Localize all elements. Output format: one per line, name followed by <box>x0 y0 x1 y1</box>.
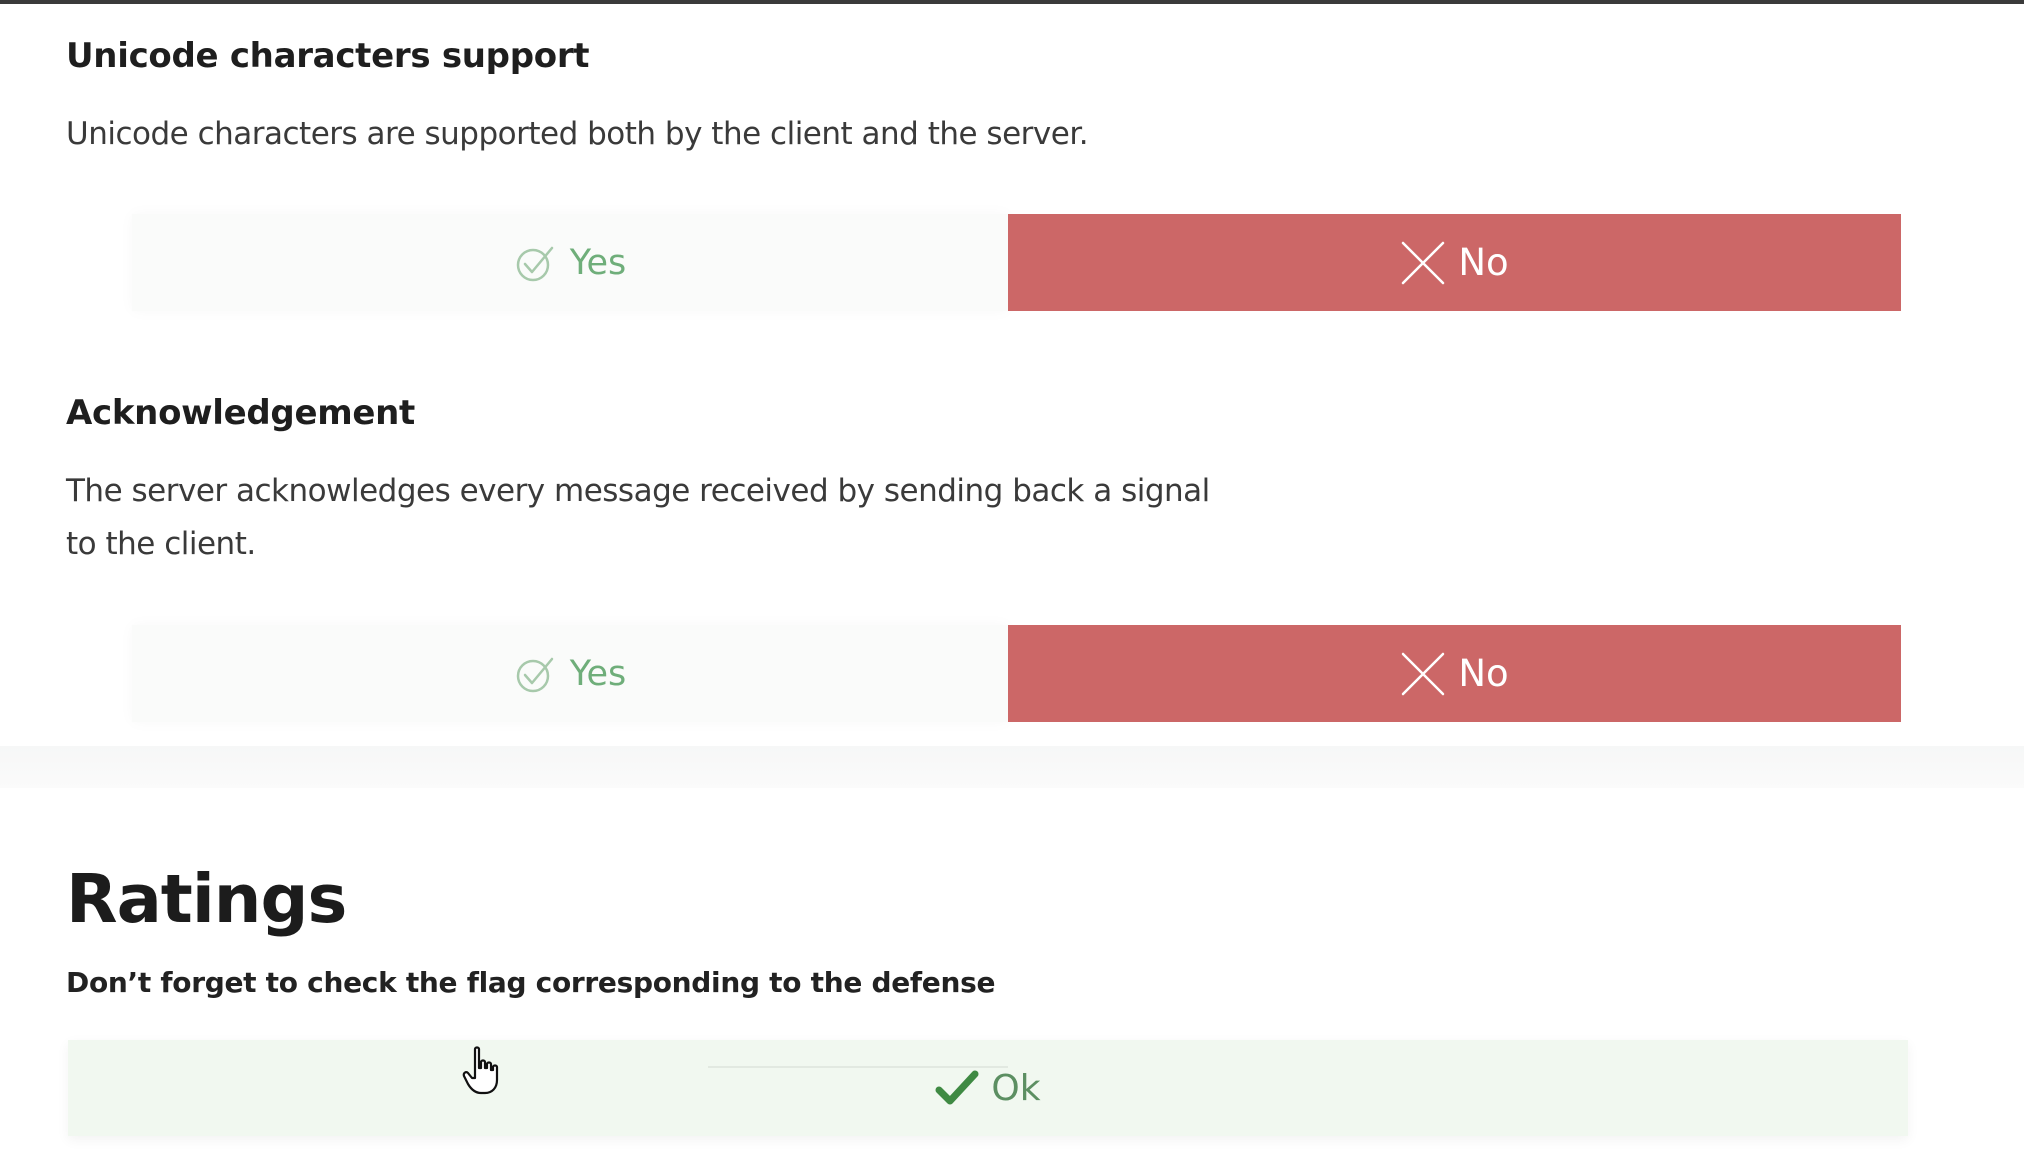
yes-label: Yes <box>569 242 627 283</box>
checkmark-icon <box>935 1068 979 1108</box>
section-title: Unicode characters support <box>66 36 590 76</box>
yes-label: Yes <box>569 653 627 694</box>
no-label: No <box>1458 241 1509 284</box>
yes-button[interactable]: Yes <box>132 625 1008 722</box>
section-description: Unicode characters are supported both by… <box>66 116 1089 152</box>
description-line-1: The server acknowledges every message re… <box>66 473 1210 509</box>
no-button[interactable]: No <box>1008 625 1901 722</box>
acknowledgement-section: Acknowledgement The server acknowledges … <box>66 393 1906 593</box>
ok-button[interactable]: Ok <box>68 1040 1908 1136</box>
no-label: No <box>1458 652 1509 695</box>
section-divider <box>0 746 2024 788</box>
section-title: Acknowledgement <box>66 393 415 433</box>
no-button[interactable]: No <box>1008 214 1901 311</box>
ratings-note: Don’t forget to check the flag correspon… <box>66 966 996 999</box>
ok-track <box>708 1066 1008 1068</box>
x-icon <box>1400 240 1446 286</box>
check-circle-icon <box>514 653 556 695</box>
section-description: The server acknowledges every message re… <box>66 465 1210 571</box>
ratings-title: Ratings <box>66 860 347 938</box>
x-icon <box>1400 651 1446 697</box>
unicode-support-choice: Yes No <box>66 214 1902 311</box>
acknowledgement-choice: Yes No <box>66 625 1902 722</box>
check-circle-icon <box>514 242 556 284</box>
top-border <box>0 0 2024 4</box>
yes-button[interactable]: Yes <box>132 214 1008 311</box>
description-line-2: to the client. <box>66 526 256 562</box>
ok-label: Ok <box>991 1067 1041 1109</box>
